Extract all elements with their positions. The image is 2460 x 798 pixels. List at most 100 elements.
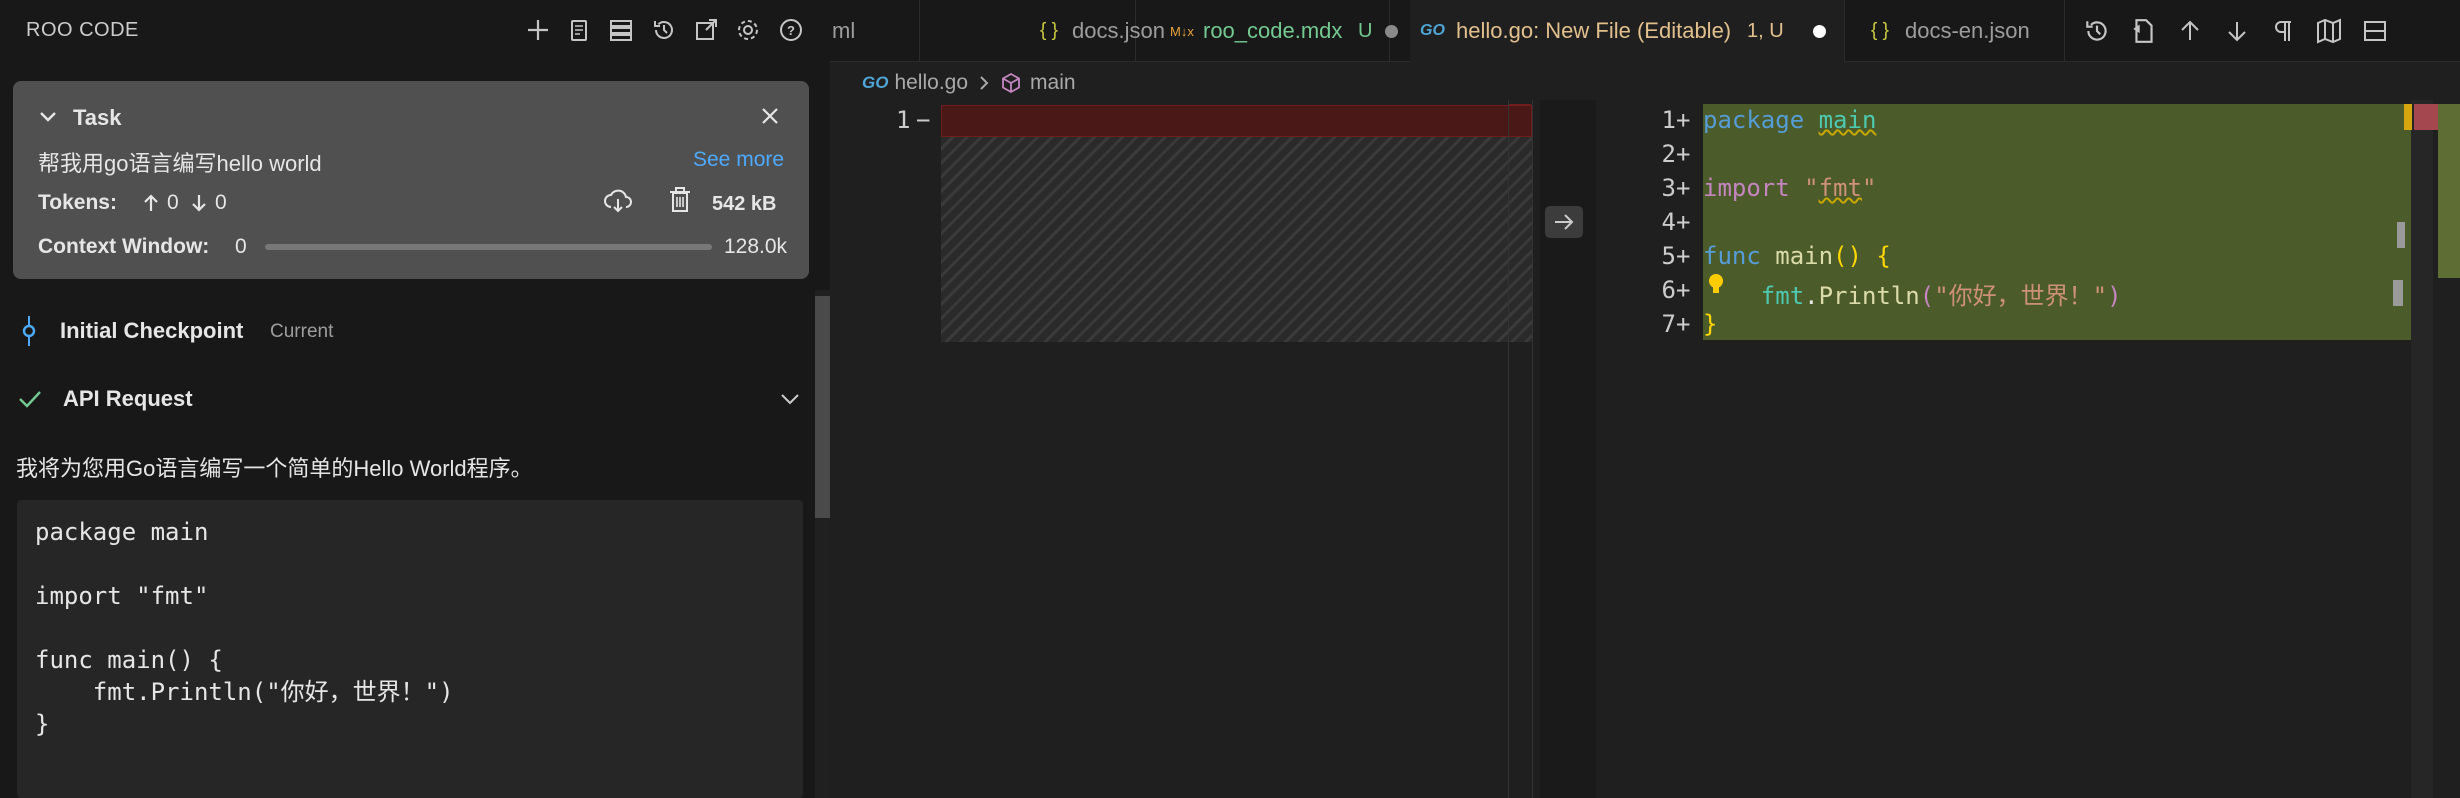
svg-text:?: ?: [787, 23, 795, 38]
task-text: 帮我用go语言编写hello world: [38, 151, 322, 176]
tab-label: docs-en.json: [1905, 18, 2030, 43]
arrow-down-icon[interactable]: [2220, 14, 2254, 48]
code-token: main: [1818, 106, 1877, 134]
added-marker: +: [1676, 208, 1691, 236]
added-marker: +: [1676, 276, 1691, 304]
see-more-link[interactable]: See more: [693, 148, 784, 172]
added-marker: +: [1676, 106, 1691, 134]
removed-marker: −: [916, 106, 931, 134]
tab-roo-code-mdx[interactable]: M↓x roo_code.mdx U: [1136, 0, 1398, 62]
empty-diff-region: [941, 137, 1532, 342]
scrollbar-thumb[interactable]: [815, 296, 830, 518]
code-block: package main import "fmt" func main() { …: [17, 500, 803, 798]
gear-icon[interactable]: [733, 15, 763, 45]
split-editor-icon[interactable]: [2358, 14, 2392, 48]
overview-ruler-mark: [2404, 104, 2412, 130]
tab-docs-json[interactable]: { } docs.json: [920, 0, 1165, 62]
context-window-value: 0: [235, 235, 247, 258]
code-token: }: [1703, 310, 1718, 338]
line-number: 4: [1661, 208, 1676, 236]
symbol-cube-icon: [1000, 72, 1022, 94]
breadcrumb: GO hello.go main: [862, 66, 1076, 100]
tokens-down-value: 0: [215, 191, 227, 214]
popout-icon[interactable]: [691, 15, 721, 45]
code-line[interactable]: }: [1703, 310, 1717, 338]
added-marker: +: [1676, 310, 1691, 338]
mdx-icon: M↓x: [1170, 23, 1194, 39]
context-window-bar: [265, 244, 712, 250]
code-token: ": [1861, 174, 1877, 202]
pilcrow-icon[interactable]: [2266, 14, 2300, 48]
editor-tab-bar: ml { } docs.json M↓x roo_code.mdx U GO h…: [830, 0, 2460, 62]
arrow-down-icon: [189, 191, 209, 215]
code-token: func: [1703, 242, 1761, 270]
check-icon: [17, 386, 43, 412]
code-line[interactable]: package main: [1703, 106, 1876, 134]
checkpoint-status: Current: [270, 321, 334, 342]
json-icon: { }: [1871, 20, 1889, 41]
added-marker: +: [1676, 174, 1691, 202]
cloud-download-icon[interactable]: [603, 187, 633, 215]
removed-line: [941, 105, 1532, 137]
tokens-up-value: 0: [167, 191, 179, 214]
roo-code-panel: ROO CODE ? Task 帮我用go语言编写hello world See…: [0, 0, 830, 798]
chevron-right-icon: [978, 74, 990, 92]
open-file-icon[interactable]: [2127, 14, 2161, 48]
code-token: ": [1804, 174, 1819, 202]
code-line[interactable]: import "fmt": [1703, 174, 1876, 202]
json-icon: { }: [1040, 20, 1058, 41]
code-token: ): [2107, 282, 2122, 310]
code-token: Println: [1818, 282, 1920, 310]
line-number: 3: [1661, 174, 1676, 202]
panel-header: ROO CODE ?: [0, 0, 830, 62]
trash-icon[interactable]: [667, 185, 693, 215]
breadcrumb-file[interactable]: hello.go: [894, 71, 968, 95]
arrow-up-icon: [141, 191, 161, 215]
ruler: [1508, 100, 1509, 798]
tab-status: 1, U: [1747, 19, 1784, 42]
line-number: 2: [1661, 140, 1676, 168]
history-doc-icon[interactable]: [564, 15, 594, 45]
code-token: "你好，世界！": [1934, 282, 2108, 310]
code-token: (: [1919, 282, 1935, 310]
tab-status: U: [1358, 19, 1373, 42]
arrow-up-icon[interactable]: [2173, 14, 2207, 48]
checkpoint-label: Initial Checkpoint: [60, 318, 244, 343]
history-icon[interactable]: [649, 15, 679, 45]
overview-ruler-mark: [2438, 104, 2460, 278]
chevron-down-icon[interactable]: [37, 105, 59, 127]
api-request-label: API Request: [63, 386, 193, 411]
cursor-marker: [2397, 222, 2405, 248]
line-number: 1: [896, 106, 911, 134]
line-number: 6: [1661, 276, 1676, 304]
unsaved-dot-icon[interactable]: [1813, 24, 1826, 38]
lightbulb-icon[interactable]: [1706, 272, 1726, 298]
go-icon: GO: [1420, 22, 1445, 39]
line-number: 7: [1661, 310, 1676, 338]
app-title: ROO CODE: [26, 19, 139, 41]
go-icon: GO: [862, 73, 889, 92]
close-icon[interactable]: [759, 105, 781, 127]
code-line[interactable]: fmt.Println("你好，世界！"): [1703, 276, 2122, 311]
tab-hello-go[interactable]: GO hello.go: New File (Editable) 1, U: [1410, 0, 1845, 62]
line-number: 5: [1661, 242, 1676, 270]
plus-icon[interactable]: [523, 15, 553, 45]
code-token: main: [1775, 242, 1834, 270]
breadcrumb-symbol[interactable]: main: [1030, 71, 1076, 95]
added-marker: +: [1676, 140, 1691, 168]
code-token: .: [1804, 282, 1819, 310]
help-icon[interactable]: ?: [776, 15, 806, 45]
chevron-down-icon[interactable]: [778, 386, 802, 410]
unsaved-dot-icon[interactable]: [1385, 24, 1398, 38]
code-token: (): [1833, 242, 1862, 270]
scrollbar-track[interactable]: [2411, 100, 2433, 798]
code-token: fmt: [1760, 282, 1805, 310]
tab-ml[interactable]: ml: [830, 0, 920, 62]
timeline-icon[interactable]: [2080, 14, 2114, 48]
task-size: 542 kB: [712, 193, 777, 215]
map-icon[interactable]: [2312, 14, 2346, 48]
tab-docs-en-json[interactable]: { } docs-en.json: [1845, 0, 2065, 62]
servers-icon[interactable]: [606, 15, 636, 45]
code-line[interactable]: func main() {: [1703, 242, 1891, 270]
arrow-right-icon[interactable]: [1545, 206, 1583, 238]
